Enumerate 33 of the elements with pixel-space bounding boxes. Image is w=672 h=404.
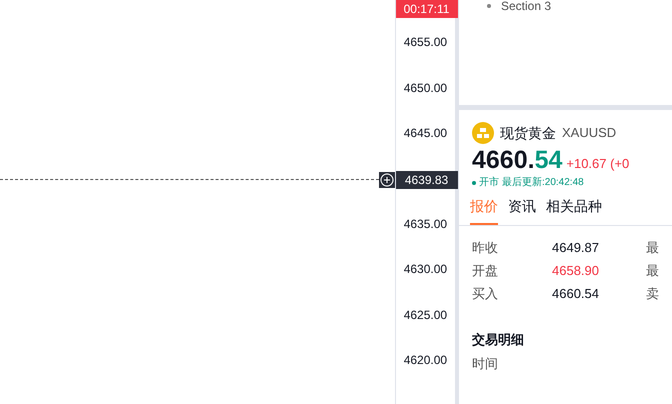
row-value: 4649.87 [552,239,600,258]
row-label: 最 [646,262,659,280]
asset-symbol: XAUUSD [562,124,616,142]
price-change: +10.67 (+0 [566,155,630,173]
row-value: 4658.90 [552,262,600,280]
row-label: 昨收 [472,239,499,258]
axis-label: 4635.00 [404,217,448,231]
column-header: 时间 [471,354,499,372]
row-label: 卖 [646,285,659,304]
axis-label: 4650.00 [404,81,448,95]
section-item[interactable]: Section 3 [487,0,644,13]
bullet-icon [487,4,491,8]
row-label: 最 [646,239,659,258]
price-decimal: 54 [534,145,562,175]
axis-label: 4620.00 [404,353,448,367]
row-label: 开盘 [472,262,499,280]
row-label: 买入 [472,285,499,304]
axis-label: 4655.00 [404,35,448,49]
last-update: 最后更新:20:42:48 [502,176,584,190]
axis-label: 4645.00 [404,126,448,140]
market-status: 开市 [479,176,499,190]
asset-name: 现货黄金 [500,124,556,142]
bars-stack-icon [472,122,494,144]
tab[interactable]: 资讯 [508,196,536,225]
axis-label: 4625.00 [404,308,448,322]
row-value: 4660.54 [552,285,600,304]
plus-circle-icon [378,172,395,188]
current-price-badge: 4639.83 [396,171,458,189]
price-integer: 4660. [472,145,535,175]
tab[interactable]: 相关品种 [546,196,602,225]
countdown-badge: 00:17:11 [396,0,458,18]
axis-label: 4630.00 [404,262,448,276]
section-title: 交易明细 [471,331,525,349]
